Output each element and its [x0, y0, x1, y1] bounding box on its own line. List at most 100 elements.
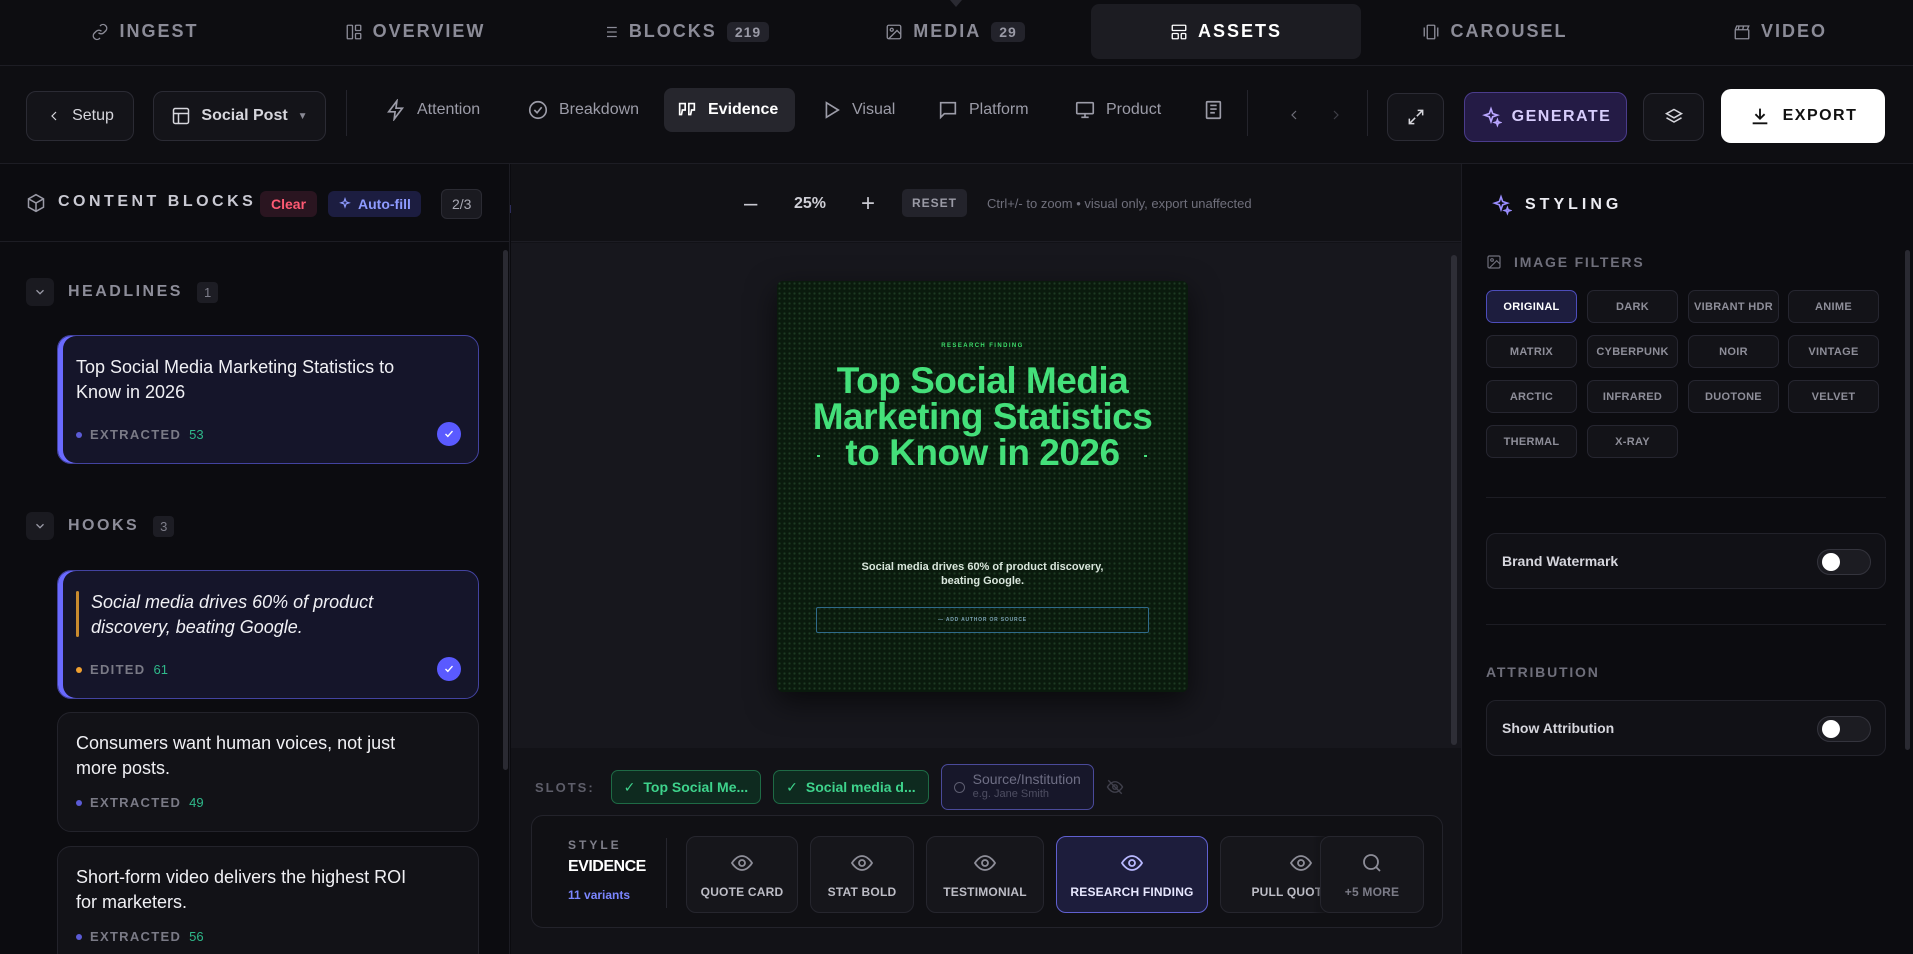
slot-chip-source[interactable]: Source/Institution e.g. Jane Smith [940, 764, 1094, 810]
tab-blocks[interactable]: BLOCKS 219 [590, 4, 780, 59]
status-label: EXTRACTED [90, 795, 182, 810]
filter-noir[interactable]: NOIR [1688, 335, 1779, 368]
format-dropdown[interactable]: Social Post ▼ [153, 91, 326, 141]
more-label: +5 MORE [1344, 884, 1400, 899]
filter-duotone[interactable]: DUOTONE [1688, 380, 1779, 413]
filter-dark[interactable]: DARK [1587, 290, 1678, 323]
next-button[interactable] [1316, 93, 1356, 137]
filter-x-ray[interactable]: X-RAY [1587, 425, 1678, 458]
chevron-left-icon [51, 111, 57, 121]
tab-label: VIDEO [1760, 21, 1827, 41]
clear-button[interactable]: Clear [260, 191, 318, 217]
check-icon: ✓ [623, 778, 636, 795]
slot-chip-subtitle[interactable]: ✓ Social media d... [773, 770, 929, 804]
layers-button[interactable] [1643, 93, 1704, 141]
step-product[interactable]: Product [1062, 88, 1173, 132]
filter-arctic[interactable]: ARCTIC [1486, 380, 1577, 413]
reset-zoom-button[interactable]: RESET [902, 189, 968, 217]
divider [1367, 90, 1368, 136]
step-more[interactable] [1190, 88, 1236, 132]
block-meta: EXTRACTED 49 [76, 795, 204, 810]
scrollbar[interactable] [1905, 250, 1910, 750]
filter-matrix[interactable]: MATRIX [1486, 335, 1577, 368]
filter-velvet[interactable]: VELVET [1788, 380, 1879, 413]
block-card[interactable]: Social media drives 60% of product disco… [57, 570, 479, 699]
list-icon [603, 26, 617, 37]
sparkles-icon [1481, 106, 1502, 128]
divider [1247, 90, 1248, 136]
slots-label: SLOTS: [535, 779, 595, 795]
tab-media[interactable]: MEDIA 29 [875, 4, 1035, 59]
more-variants-button[interactable]: +5 MORE [1320, 836, 1424, 913]
maximize-icon [1408, 109, 1423, 125]
autofill-button[interactable]: Auto-fill [328, 191, 421, 217]
artboard-source-field[interactable]: — ADD AUTHOR OR SOURCE [816, 607, 1149, 633]
filter-infrared[interactable]: INFRARED [1587, 380, 1678, 413]
block-meta: EXTRACTED 56 [76, 929, 204, 944]
toggle-knob [1822, 553, 1840, 571]
tab-ingest[interactable]: INGEST [60, 4, 230, 59]
artboard-preview[interactable]: RESEARCH FINDING Top Social Media Market… [777, 281, 1188, 692]
filter-anime[interactable]: ANIME [1788, 290, 1879, 323]
filter-original[interactable]: ORIGINAL [1486, 290, 1577, 323]
slot-chip-headline[interactable]: ✓ Top Social Me... [610, 770, 762, 804]
zoom-in-button[interactable]: + [861, 190, 875, 218]
step-evidence[interactable]: Evidence [664, 88, 795, 132]
play-icon [825, 101, 840, 119]
filter-vintage[interactable]: VINTAGE [1788, 335, 1879, 368]
quote-accent-bar [76, 591, 79, 637]
canvas-area[interactable]: RESEARCH FINDING Top Social Media Market… [511, 243, 1461, 748]
prev-button[interactable] [1274, 93, 1314, 137]
variants-count[interactable]: 11 variants [568, 888, 630, 902]
section-hooks-header[interactable]: HOOKS 3 [26, 512, 175, 540]
variant-research-finding[interactable]: RESEARCH FINDING [1056, 836, 1208, 913]
tab-video[interactable]: VIDEO [1710, 4, 1850, 59]
brand-watermark-toggle[interactable] [1817, 549, 1871, 575]
image-filters-header: IMAGE FILTERS [1486, 254, 1644, 270]
tab-carousel[interactable]: CAROUSEL [1420, 4, 1570, 59]
divider [346, 90, 347, 136]
step-breakdown[interactable]: Breakdown [515, 88, 651, 132]
scrollbar[interactable] [503, 250, 508, 770]
artboard-subtitle[interactable]: Social media drives 60% of product disco… [847, 560, 1118, 588]
scrollbar[interactable] [1451, 255, 1457, 745]
slot-text: Source/Institution [972, 771, 1081, 787]
fullscreen-button[interactable] [1387, 93, 1444, 141]
artboard-headline[interactable]: Top Social Media Marketing Statistics to… [797, 362, 1168, 471]
caret-down-icon: ▼ [297, 110, 308, 122]
autofill-label: Auto-fill [358, 196, 411, 212]
selected-check-icon[interactable] [437, 422, 461, 446]
generate-button[interactable]: GENERATE [1464, 92, 1627, 142]
variant-stat-bold[interactable]: STAT BOLD [810, 836, 914, 913]
export-button[interactable]: EXPORT [1721, 89, 1885, 143]
filter-cyberpunk[interactable]: CYBERPUNK [1587, 335, 1678, 368]
progress-badge: 2/3 [441, 189, 483, 219]
block-card[interactable]: Short-form video delivers the highest RO… [57, 846, 479, 954]
block-card[interactable]: Consumers want human voices, not just mo… [57, 712, 479, 832]
zap-icon [387, 99, 405, 121]
collapse-toggle[interactable] [26, 512, 54, 540]
step-attention[interactable]: Attention [373, 88, 492, 132]
step-platform[interactable]: Platform [925, 88, 1041, 132]
variant-quote-card[interactable]: QUOTE CARD [686, 836, 798, 913]
block-card[interactable]: Top Social Media Marketing Statistics to… [57, 335, 479, 464]
sparkles-icon [1492, 194, 1512, 216]
zoom-out-button[interactable]: – [744, 190, 757, 218]
content-blocks-panel: CONTENT BLOCKS Clear Auto-fill 2/3 HEADL… [0, 164, 510, 954]
section-headlines-header[interactable]: HEADLINES 1 [26, 278, 219, 306]
tab-assets[interactable]: ASSETS [1091, 4, 1361, 59]
filter-thermal[interactable]: THERMAL [1486, 425, 1577, 458]
link-icon [93, 23, 108, 40]
carousel-icon [1424, 24, 1439, 39]
setup-button[interactable]: Setup [26, 91, 134, 141]
eye-off-icon[interactable] [1106, 778, 1124, 796]
tab-overview[interactable]: OVERVIEW [330, 4, 500, 59]
styling-panel: STYLING IMAGE FILTERS ORIGINAL DARK VIBR… [1461, 164, 1913, 954]
collapse-toggle[interactable] [26, 278, 54, 306]
selected-check-icon[interactable] [437, 657, 461, 681]
step-visual[interactable]: Visual [808, 88, 907, 132]
artboard-eyebrow: RESEARCH FINDING [941, 343, 1024, 349]
variant-testimonial[interactable]: TESTIMONIAL [926, 836, 1044, 913]
show-attribution-toggle[interactable] [1817, 716, 1871, 742]
filter-vibrant-hdr[interactable]: VIBRANT HDR [1688, 290, 1779, 323]
